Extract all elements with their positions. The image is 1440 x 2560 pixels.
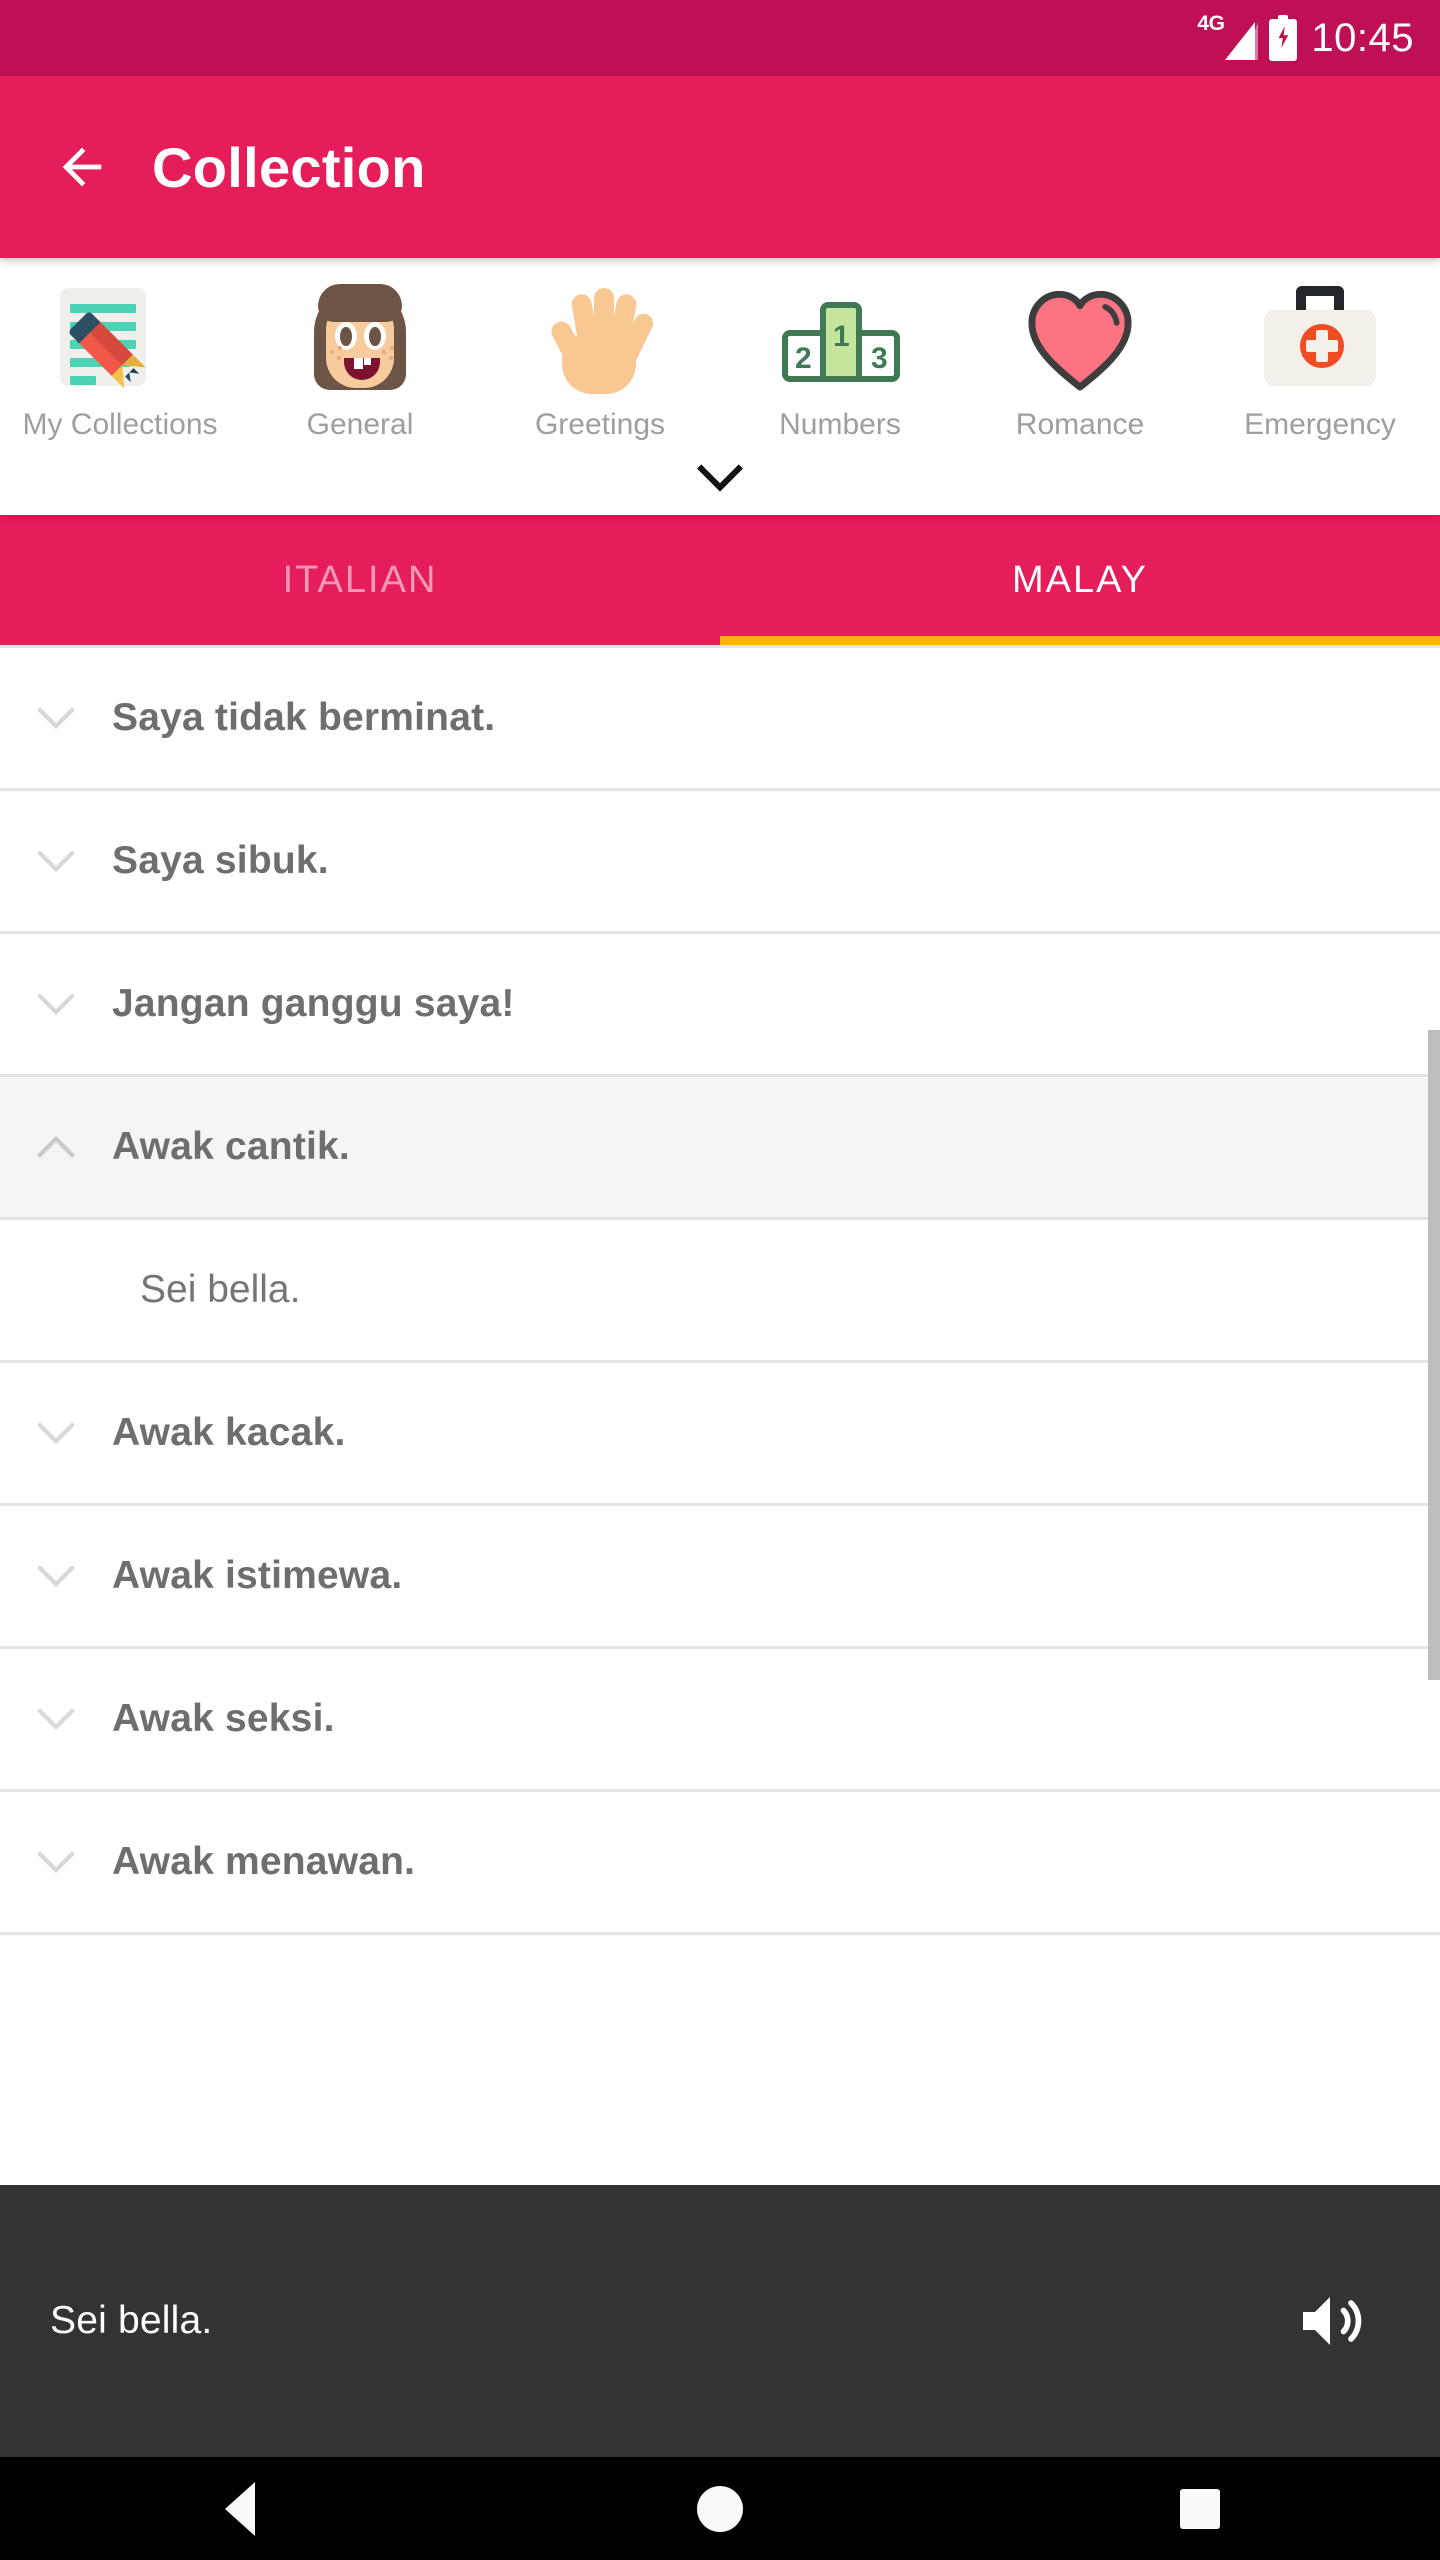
category-general[interactable]: General	[240, 280, 480, 444]
audio-player-bar: Sei bella.	[0, 2185, 1440, 2457]
table-row[interactable]: Saya tidak berminat.	[0, 648, 1440, 788]
table-row[interactable]: Jangan ganggu saya!	[0, 934, 1440, 1074]
category-label: Emergency	[1244, 408, 1396, 441]
phrase-text: Saya tidak berminat.	[112, 696, 496, 739]
signal-bars-icon: 4G	[1197, 12, 1259, 61]
category-label: General	[306, 408, 414, 441]
open-hand-icon	[536, 280, 664, 398]
category-greetings[interactable]: Greetings	[480, 280, 720, 444]
category-label: Romance	[1015, 408, 1145, 441]
category-romance[interactable]: Romance	[960, 280, 1200, 444]
phrase-text: Awak istimewa.	[112, 1554, 403, 1597]
notepad-pencil-icon	[56, 280, 184, 398]
table-row[interactable]: Awak istimewa.	[0, 1506, 1440, 1646]
clock-label: 10:45	[1311, 16, 1414, 60]
table-row-expanded[interactable]: Awak cantik.	[0, 1077, 1440, 1217]
chevron-up-icon[interactable]	[0, 1134, 112, 1160]
phrase-text: Awak seksi.	[112, 1697, 335, 1740]
heart-icon	[1016, 280, 1144, 398]
volume-speaker-icon[interactable]	[1292, 2283, 1368, 2359]
nav-back-triangle-icon[interactable]	[0, 2481, 480, 2536]
podium-rank-3: 3	[871, 342, 888, 375]
phrase-text: Saya sibuk.	[112, 839, 329, 882]
podium-ranking-icon: 2 1 3	[776, 280, 904, 398]
category-my-collections[interactable]: My Collections	[0, 280, 240, 444]
table-row[interactable]: Awak menawan.	[0, 1792, 1440, 1932]
podium-rank-1: 1	[833, 320, 850, 353]
chevron-down-icon[interactable]	[0, 848, 112, 874]
table-row[interactable]: Awak seksi.	[0, 1649, 1440, 1789]
app-bar: Collection	[0, 76, 1440, 258]
nav-home-circle-icon[interactable]	[480, 2485, 960, 2532]
table-row[interactable]: Awak kacak.	[0, 1363, 1440, 1503]
category-label: My Collections	[22, 408, 218, 441]
chevron-down-icon[interactable]	[0, 991, 112, 1017]
table-row-partial[interactable]	[0, 1935, 1440, 2075]
tab-italian[interactable]: ITALIAN	[0, 515, 720, 645]
chevron-down-icon[interactable]	[0, 1706, 112, 1732]
nav-recents-square-icon[interactable]	[960, 2488, 1440, 2529]
phrase-text: Jangan ganggu saya!	[112, 982, 515, 1025]
phrase-translation-row[interactable]: Sei bella.	[0, 1220, 1440, 1360]
tab-active-indicator	[720, 636, 1440, 645]
phrase-list[interactable]: Saya tidak berminat. Saya sibuk. Jangan …	[0, 645, 1440, 2185]
status-bar: 4G 10:45	[0, 0, 1440, 76]
tab-malay[interactable]: MALAY	[720, 515, 1440, 645]
page-title: Collection	[152, 135, 426, 199]
category-strip: My Collections General Greetings 2 1 3 N…	[0, 258, 1440, 441]
category-label: Numbers	[779, 408, 901, 441]
phrase-text: Awak cantik.	[112, 1125, 350, 1168]
category-numbers[interactable]: 2 1 3 Numbers	[720, 280, 960, 444]
translation-text: Sei bella.	[140, 1268, 301, 1311]
android-nav-bar	[0, 2457, 1440, 2560]
signal-bar-full	[1225, 22, 1256, 60]
podium-rank-2: 2	[795, 342, 812, 375]
tab-label: MALAY	[1011, 558, 1148, 601]
chevron-down-icon[interactable]	[0, 1420, 112, 1446]
chevron-down-icon[interactable]	[0, 705, 112, 731]
network-type-label: 4G	[1197, 12, 1225, 35]
phrase-text: Awak kacak.	[112, 1411, 346, 1454]
app-screen: 4G 10:45 Collection My Collections Gener…	[0, 0, 1440, 2560]
girl-face-icon	[296, 280, 424, 398]
expand-categories-button[interactable]	[0, 441, 1440, 515]
audio-phrase-label: Sei bella.	[50, 2299, 213, 2342]
chevron-down-icon[interactable]	[0, 1849, 112, 1875]
battery-charging-icon	[1269, 15, 1298, 61]
category-emergency[interactable]: Emergency	[1200, 280, 1440, 444]
phrase-text: Awak menawan.	[112, 1840, 416, 1883]
chevron-down-icon[interactable]	[0, 1563, 112, 1589]
list-scrollbar[interactable]	[1428, 1030, 1440, 1680]
category-label: Greetings	[534, 408, 666, 441]
language-tabs: ITALIAN MALAY	[0, 515, 1440, 645]
first-aid-kit-icon	[1256, 280, 1384, 398]
chevron-down-icon	[697, 464, 743, 492]
back-arrow-icon[interactable]	[50, 135, 114, 199]
table-row[interactable]: Saya sibuk.	[0, 791, 1440, 931]
tab-label: ITALIAN	[282, 558, 438, 601]
